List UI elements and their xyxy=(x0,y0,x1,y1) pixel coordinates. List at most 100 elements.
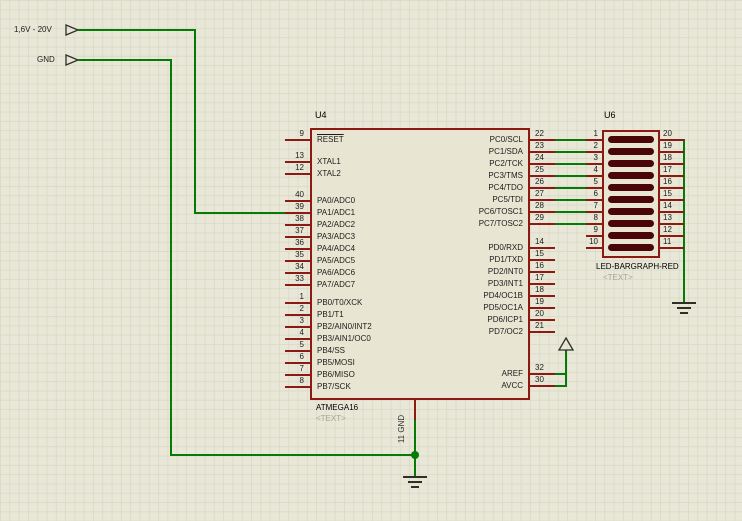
u4-pin-number: 4 xyxy=(252,328,304,338)
u4-pin-stub[interactable] xyxy=(530,223,555,225)
u4-pin-number: 21 xyxy=(535,321,544,331)
u6-pin-number: 15 xyxy=(663,189,672,199)
u4-pin-name: PD6/ICP1 xyxy=(405,315,523,325)
u4-pin-number: 19 xyxy=(535,297,544,307)
u4-pin-name: PA5/ADC5 xyxy=(317,256,355,266)
u4-pin-name: PC7/TOSC2 xyxy=(405,219,523,229)
u6-pin-stub[interactable] xyxy=(586,247,602,249)
u4-pin-name: RESET xyxy=(317,135,344,145)
u4-pin-name: PC1/SDA xyxy=(405,147,523,157)
u6-pin-number: 20 xyxy=(663,129,672,139)
u6-part-name: LED-BARGRAPH-RED xyxy=(596,262,679,272)
u6-pin-number: 14 xyxy=(663,201,672,211)
u4-pin-name: PC4/TDO xyxy=(405,183,523,193)
u4-pin-number: 9 xyxy=(252,129,304,139)
wire-gnd-vertical[interactable] xyxy=(170,59,172,456)
u4-pin-name: PB5/MOSI xyxy=(317,358,355,368)
u4-pin-number: 27 xyxy=(535,189,544,199)
u6-pin-number: 8 xyxy=(562,213,598,223)
u4-pin-number: 22 xyxy=(535,129,544,139)
u6-pin-number: 16 xyxy=(663,177,672,187)
u4-pin-number: 6 xyxy=(252,352,304,362)
u4-pin-stub[interactable] xyxy=(530,331,555,333)
u4-pin-number: 7 xyxy=(252,364,304,374)
u4-pin-number: 24 xyxy=(535,153,544,163)
u4-gnd-pin-name: GND xyxy=(397,415,406,433)
u6-pin-number: 18 xyxy=(663,153,672,163)
u4-pin-number: 12 xyxy=(252,163,304,173)
u4-pin-name: PD0/RXD xyxy=(405,243,523,253)
u4-part-name: ATMEGA16 xyxy=(316,403,358,413)
u4-pin-name: XTAL2 xyxy=(317,169,341,179)
u4-pin-stub[interactable] xyxy=(285,284,310,286)
u4-pin-stub[interactable] xyxy=(285,386,310,388)
vin-terminal-label: 1,6V - 20V xyxy=(14,25,52,35)
u4-pin-number: 5 xyxy=(252,340,304,350)
u4-pin-name: PC2/TCK xyxy=(405,159,523,169)
u6-pin-number: 3 xyxy=(562,153,598,163)
u4-reference: U4 xyxy=(315,110,327,120)
u4-pin-name: PD3/INT1 xyxy=(405,279,523,289)
u4-pin-number: 33 xyxy=(252,274,304,284)
power-terminal-icon[interactable] xyxy=(557,336,575,352)
u4-pin-name: PC6/TOSC1 xyxy=(405,207,523,217)
u4-pin-name: PB0/T0/XCK xyxy=(317,298,362,308)
u4-pin-number: 8 xyxy=(252,376,304,386)
u4-pin-number: 1 xyxy=(252,292,304,302)
u4-pin-name: PB4/SS xyxy=(317,346,345,356)
u4-pin-number: 16 xyxy=(535,261,544,271)
u6-pin-number: 2 xyxy=(562,141,598,151)
u4-pin-number: 28 xyxy=(535,201,544,211)
u4-pin-number: 15 xyxy=(535,249,544,259)
schematic-canvas[interactable]: 1,6V - 20V GND U4 11 GND ATMEGA16 <TEXT>… xyxy=(0,0,742,521)
u4-gnd-pin-label: 11 GND xyxy=(397,401,407,457)
u4-pin-name: PB2/AIN0/INT2 xyxy=(317,322,372,332)
u4-text-annotation: <TEXT> xyxy=(316,414,346,424)
led-segment xyxy=(608,184,654,191)
u4-pin-number: 32 xyxy=(535,363,544,373)
u4-pin-name: AREF xyxy=(405,369,523,379)
u4-pin-name: PA7/ADC7 xyxy=(317,280,355,290)
u6-pin-number: 7 xyxy=(562,201,598,211)
u4-pin-number: 14 xyxy=(535,237,544,247)
wire-gnd-bottom[interactable] xyxy=(170,454,416,456)
u6-pin-stub[interactable] xyxy=(660,247,684,249)
wire-gnd-horizontal[interactable] xyxy=(78,59,172,61)
u4-pin-stub[interactable] xyxy=(285,173,310,175)
wire-chip-gnd[interactable] xyxy=(414,418,416,478)
u4-pin-name: PA3/ADC3 xyxy=(317,232,355,242)
u4-pin-name: PC0/SCL xyxy=(405,135,523,145)
led-segment xyxy=(608,232,654,239)
u4-pin-number: 36 xyxy=(252,238,304,248)
u4-pin-number: 18 xyxy=(535,285,544,295)
junction-dot xyxy=(411,451,419,459)
u4-gnd-pin-stub[interactable] xyxy=(414,400,416,420)
wire-vin-vertical[interactable] xyxy=(194,29,196,214)
u4-pin-name: PD4/OC1B xyxy=(405,291,523,301)
led-segment xyxy=(608,172,654,179)
u4-pin-number: 30 xyxy=(535,375,544,385)
u6-pin-number: 19 xyxy=(663,141,672,151)
u4-pin-number: 25 xyxy=(535,165,544,175)
u4-pin-stub[interactable] xyxy=(285,139,310,141)
u6-pin-number: 12 xyxy=(663,225,672,235)
u4-gnd-pin-number: 11 xyxy=(397,435,406,443)
u4-pin-name: PB3/AIN1/OC0 xyxy=(317,334,371,344)
u4-pin-stub[interactable] xyxy=(530,385,555,387)
wire-vin-horizontal[interactable] xyxy=(78,29,196,31)
u6-reference: U6 xyxy=(604,110,616,120)
led-segment xyxy=(608,160,654,167)
u6-pin-number: 6 xyxy=(562,189,598,199)
u4-pin-name: PA6/ADC6 xyxy=(317,268,355,278)
gnd-terminal-label: GND xyxy=(37,55,55,65)
u4-pin-name: PB6/MISO xyxy=(317,370,355,380)
u6-pin-number: 10 xyxy=(562,237,598,247)
u4-pin-name: AVCC xyxy=(405,381,523,391)
wire-power-vertical[interactable] xyxy=(565,350,567,387)
u4-pin-name: PD7/OC2 xyxy=(405,327,523,337)
u4-pin-number: 38 xyxy=(252,214,304,224)
u4-pin-number: 13 xyxy=(252,151,304,161)
u6-pin-number: 4 xyxy=(562,165,598,175)
u4-pin-name: PC3/TMS xyxy=(405,171,523,181)
led-segment xyxy=(608,148,654,155)
